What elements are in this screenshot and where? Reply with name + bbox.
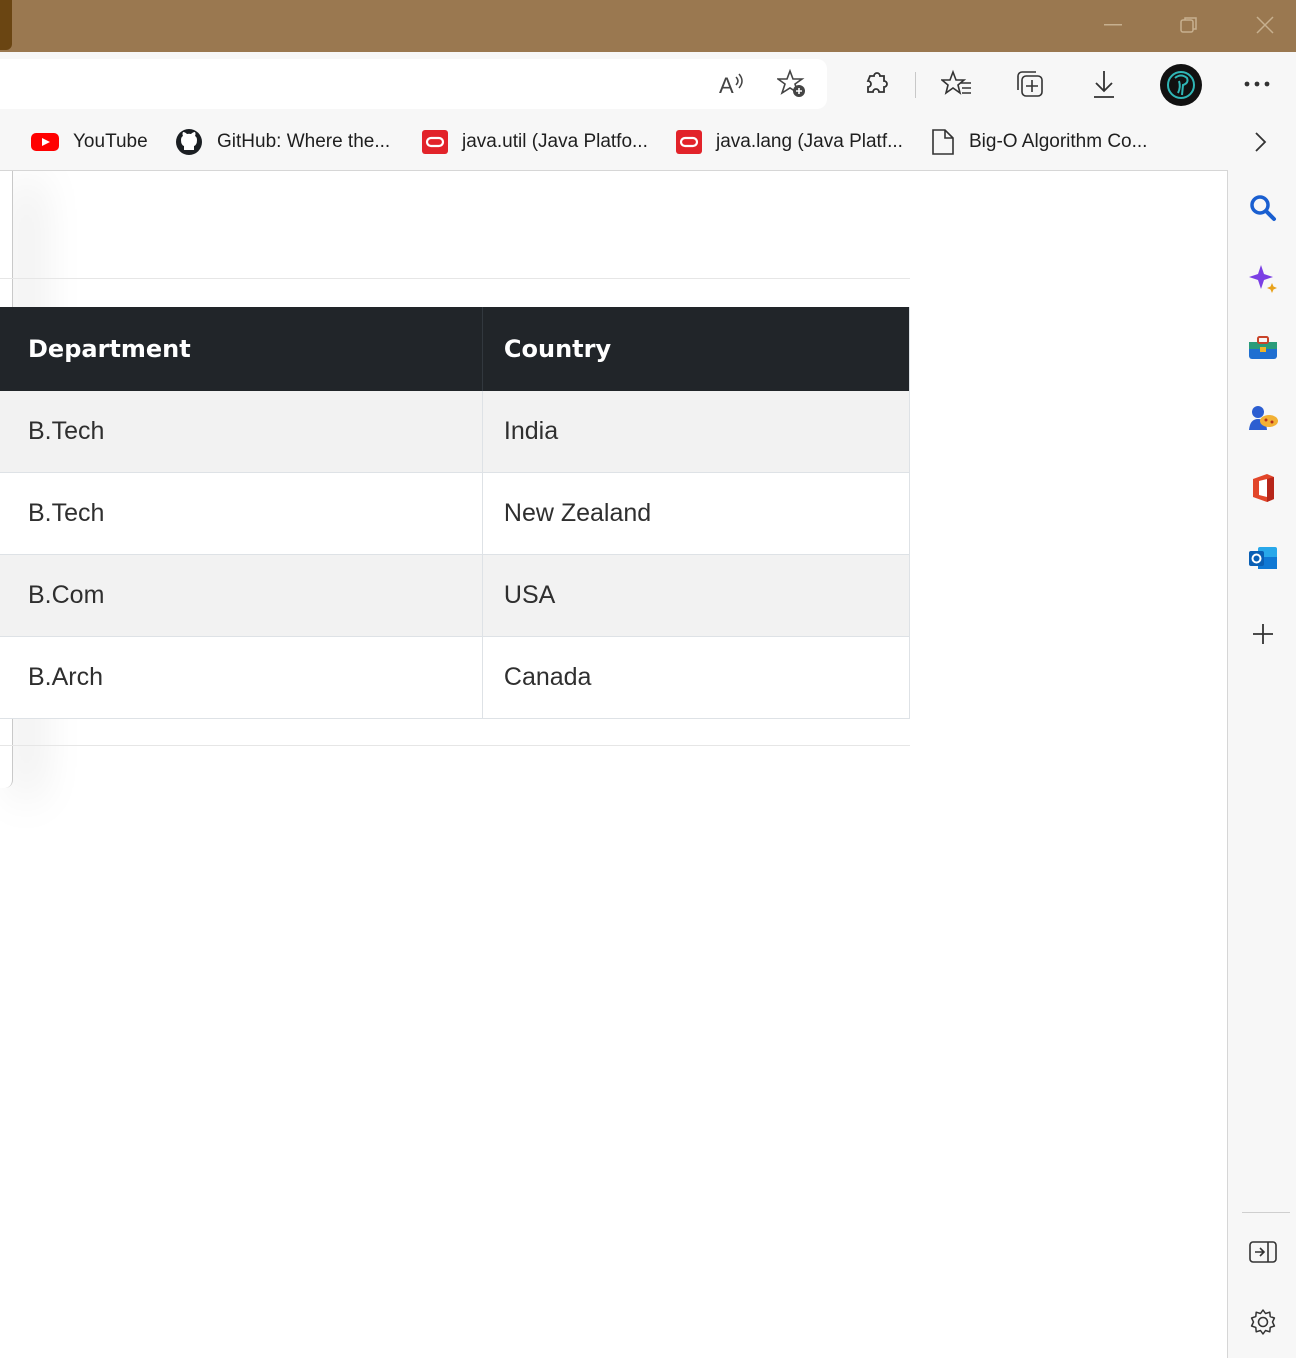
search-icon[interactable] [1246, 191, 1280, 225]
add-sidebar-app-icon[interactable] [1246, 617, 1280, 651]
table-row: B.Com USA [0, 554, 911, 637]
copilot-sparkle-icon[interactable] [1246, 261, 1280, 295]
games-icon[interactable] [1246, 401, 1280, 435]
cell-department: B.Arch [0, 636, 483, 719]
bookmarks-bar: YouTube GitHub: Where the... java.util (… [0, 116, 1296, 168]
add-favorite-icon[interactable] [772, 64, 812, 104]
bookmark-big-o[interactable]: Big-O Algorithm Co... [931, 116, 1147, 168]
read-aloud-icon[interactable]: A [712, 64, 752, 104]
data-table: Department Country B.Tech India B.Tech N… [0, 307, 911, 719]
title-bar [0, 0, 1296, 52]
downloads-icon[interactable] [1084, 64, 1124, 104]
sidebar-separator [1242, 1212, 1290, 1213]
github-icon [175, 128, 203, 156]
minimize-icon[interactable] [1098, 10, 1128, 40]
close-icon[interactable] [1250, 10, 1280, 40]
browser-toolbar: A [0, 52, 1296, 116]
bookmark-java-util[interactable]: java.util (Java Platfo... [422, 116, 648, 168]
restore-icon[interactable] [1174, 10, 1204, 40]
column-header-country: Country [481, 307, 911, 391]
bookmark-label: Big-O Algorithm Co... [969, 131, 1148, 152]
cell-country: India [481, 391, 911, 473]
cell-country: Canada [481, 636, 911, 719]
toolbar-separator [915, 72, 916, 98]
cell-department: B.Tech [0, 391, 483, 473]
collections-icon[interactable] [1010, 64, 1050, 104]
profile-avatar[interactable] [1160, 64, 1202, 106]
table-row: B.Tech New Zealand [0, 472, 911, 555]
table-row: B.Arch Canada [0, 636, 911, 719]
bookmarks-overflow-icon[interactable] [1252, 116, 1268, 168]
address-bar[interactable] [0, 59, 827, 109]
favorites-icon[interactable] [937, 64, 977, 104]
bookmark-label: YouTube [73, 131, 148, 152]
youtube-icon [31, 132, 59, 152]
divider [0, 745, 910, 746]
tools-briefcase-icon[interactable] [1246, 331, 1280, 365]
settings-gear-icon[interactable] [1246, 1305, 1280, 1339]
hide-sidebar-icon[interactable] [1246, 1235, 1280, 1269]
extensions-icon[interactable] [857, 64, 897, 104]
office-icon[interactable] [1246, 471, 1280, 505]
cell-department: B.Com [0, 554, 483, 637]
more-options-icon[interactable] [1237, 64, 1277, 104]
bookmark-github[interactable]: GitHub: Where the... [175, 116, 390, 168]
bookmark-label: java.util (Java Platfo... [462, 131, 648, 152]
cell-country: USA [481, 554, 911, 637]
page-icon [931, 128, 955, 156]
cell-country: New Zealand [481, 472, 911, 555]
side-panel-edge [0, 0, 12, 50]
divider [0, 278, 910, 279]
bookmark-youtube[interactable]: YouTube [31, 116, 148, 168]
oracle-icon [422, 130, 448, 154]
page-content: Department Country B.Tech India B.Tech N… [0, 170, 1228, 1358]
bookmark-label: java.lang (Java Platf... [716, 131, 903, 152]
bookmark-java-lang[interactable]: java.lang (Java Platf... [676, 116, 903, 168]
bookmark-label: GitHub: Where the... [217, 131, 391, 152]
table-row: B.Tech India [0, 391, 911, 473]
column-header-department: Department [0, 307, 483, 391]
outlook-icon[interactable] [1246, 541, 1280, 575]
oracle-icon [676, 130, 702, 154]
cell-department: B.Tech [0, 472, 483, 555]
table-header-row: Department Country [0, 307, 911, 391]
edge-sidebar [1228, 170, 1296, 1357]
svg-text:A: A [719, 73, 734, 97]
